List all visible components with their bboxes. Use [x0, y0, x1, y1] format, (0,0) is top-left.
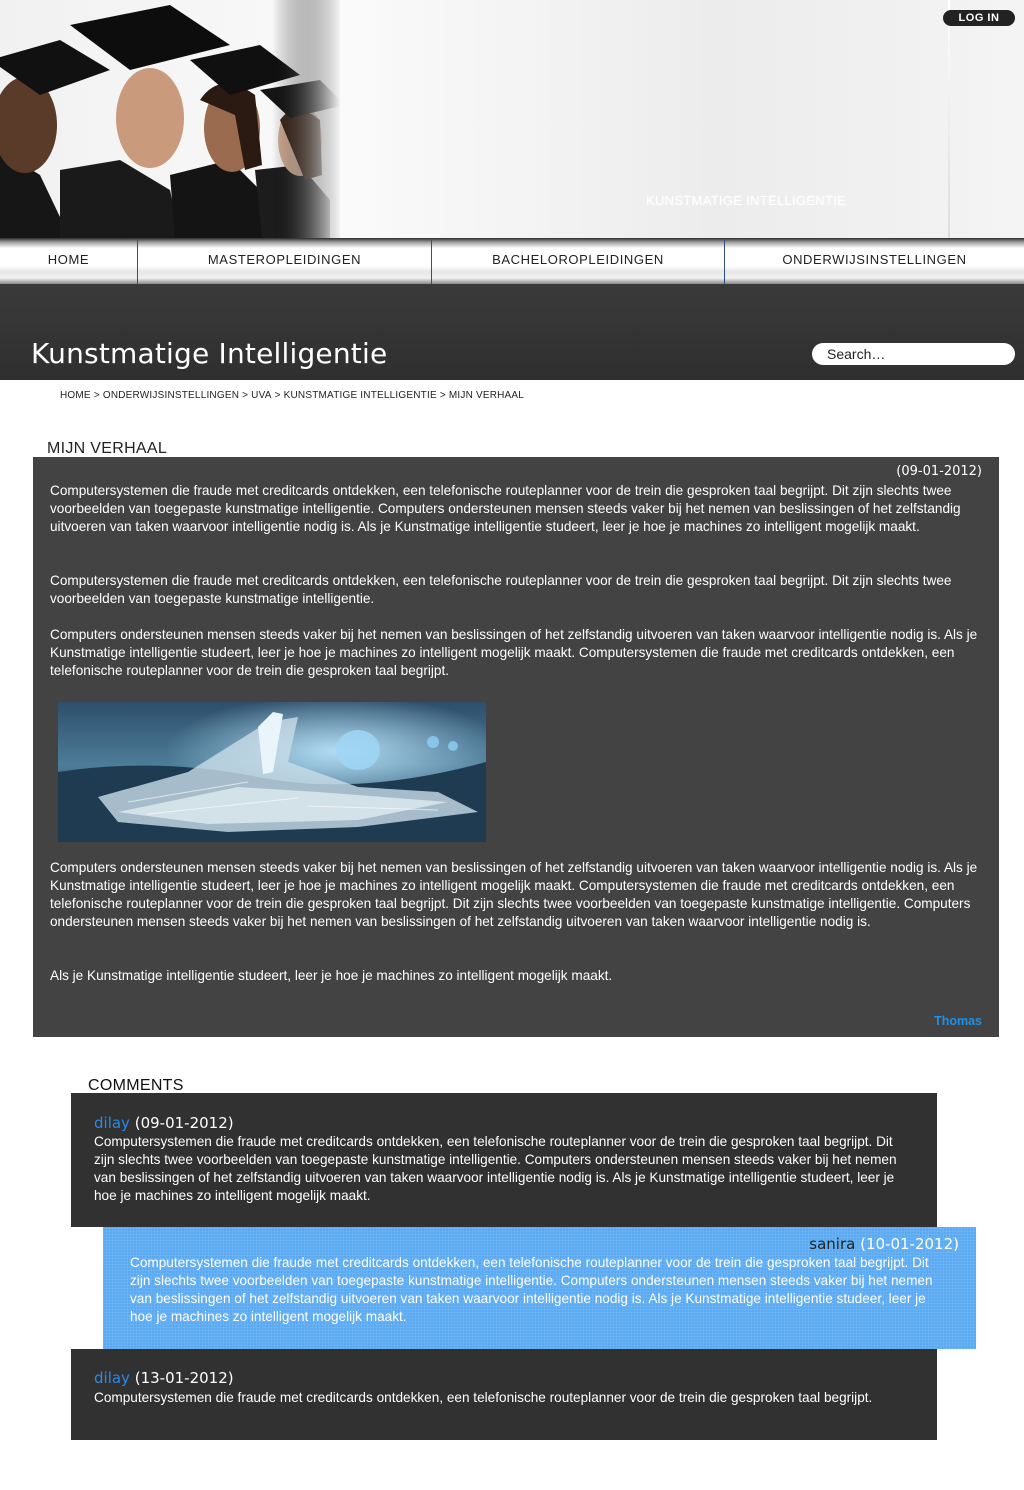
breadcrumb-kunstmatige-intelligentie[interactable]: KUNSTMATIGE INTELLIGENTIE	[284, 390, 437, 401]
comment-reply: sanira (10-01-2012) Computersystemen die…	[103, 1227, 976, 1349]
story-heading: MIJN VERHAAL	[47, 440, 168, 457]
breadcrumb: HOME > ONDERWIJSINSTELLINGEN > UVA > KUNSTMATI…	[60, 390, 524, 401]
breadcrumb-separator: >	[274, 390, 281, 401]
comment-text: Computersystemen die fraude met creditca…	[130, 1255, 933, 1324]
search-input[interactable]	[812, 343, 1015, 365]
comment-header: dilay (13-01-2012)	[94, 1369, 234, 1387]
story-date: (09-01-2012)	[896, 464, 982, 479]
comment-text: Computersystemen die fraude met creditca…	[94, 1390, 873, 1405]
nav-item-bacheloropleidingen[interactable]: BACHELOROPLEIDINGEN	[432, 238, 724, 284]
comment-date: (09-01-2012)	[134, 1114, 234, 1132]
story-paragraph: Computersystemen die fraude met creditca…	[50, 573, 952, 606]
breadcrumb-separator: >	[439, 390, 446, 401]
graduates-photo	[0, 0, 340, 238]
comment-item: dilay (09-01-2012) Computersystemen die …	[71, 1093, 937, 1227]
comment-header: dilay (09-01-2012)	[94, 1114, 234, 1132]
nav-item-masteropleidingen[interactable]: MASTEROPLEIDINGEN	[138, 238, 431, 284]
comment-text: Computersystemen die fraude met creditca…	[94, 1134, 897, 1203]
story-paragraph: Computers ondersteunen mensen steeds vak…	[50, 627, 978, 678]
nav-item-onderwijsinstellingen[interactable]: ONDERWIJSINSTELLINGEN	[725, 238, 1024, 284]
header-banner: KUNSTMATIGE INTELLIGENTIE LOG IN	[0, 0, 1024, 238]
story-paragraph: Als je Kunstmatige intelligentie studeer…	[50, 968, 613, 983]
breadcrumb-home[interactable]: HOME	[60, 390, 91, 401]
main-nav: HOME MASTEROPLEIDINGEN BACHELOROPLEIDING…	[0, 238, 1024, 284]
breadcrumb-mijn-verhaal: MIJN VERHAAL	[448, 390, 525, 401]
breadcrumb-separator: >	[93, 390, 100, 401]
nav-item-home[interactable]: HOME	[0, 238, 137, 284]
breadcrumb-separator: >	[242, 390, 249, 401]
comment-user[interactable]: sanira	[809, 1235, 855, 1253]
site-tagline: KUNSTMATIGE INTELLIGENTIE	[646, 193, 847, 208]
header-divider	[948, 0, 950, 238]
story-paragraph: Computers ondersteunen mensen steeds vak…	[50, 860, 978, 929]
comment-date: (13-01-2012)	[134, 1369, 234, 1387]
story-panel: (09-01-2012) Computersystemen die fraude…	[33, 457, 999, 1037]
comment-header: sanira (10-01-2012)	[809, 1235, 959, 1253]
futuristic-city-image	[58, 702, 486, 842]
comment-user[interactable]: dilay	[94, 1369, 130, 1387]
story-paragraph: Computersystemen die fraude met creditca…	[50, 483, 961, 534]
breadcrumb-uva[interactable]: UVA	[251, 390, 271, 401]
page-title: Kunstmatige Intelligentie	[31, 337, 388, 370]
comment-user[interactable]: dilay	[94, 1114, 130, 1132]
breadcrumb-onderwijsinstellingen[interactable]: ONDERWIJSINSTELLINGEN	[103, 390, 239, 401]
comment-date: (10-01-2012)	[860, 1235, 959, 1253]
login-button[interactable]: LOG IN	[943, 10, 1015, 26]
comment-item: dilay (13-01-2012) Computersystemen die …	[71, 1349, 937, 1440]
story-author-link[interactable]: Thomas	[934, 1014, 982, 1028]
